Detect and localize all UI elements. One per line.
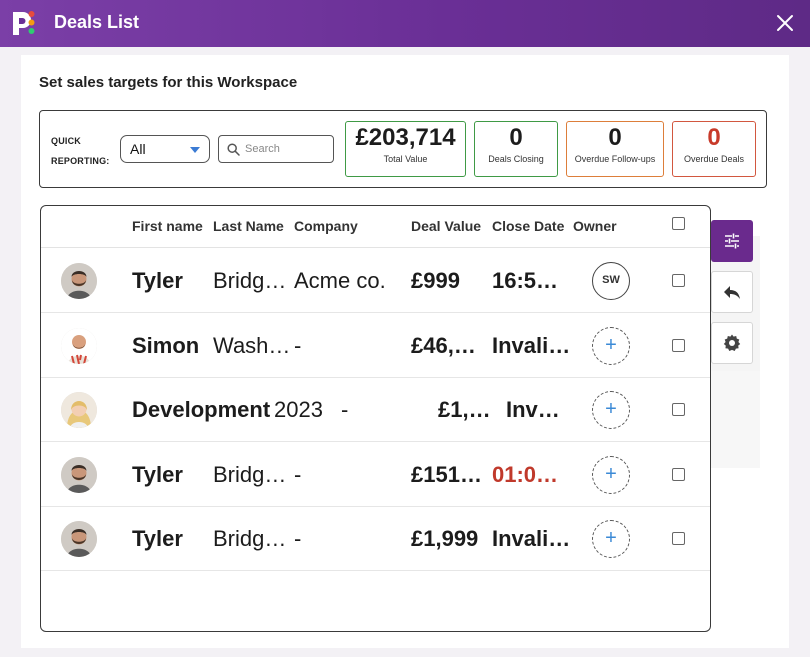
search-box[interactable] <box>218 135 334 163</box>
cell-first-name: Development <box>132 397 271 422</box>
assign-owner-button[interactable]: + <box>592 520 630 558</box>
row-checkbox[interactable] <box>672 274 685 287</box>
cell-company: - <box>294 333 302 358</box>
column-header-company[interactable]: Company <box>294 218 358 234</box>
filter-icon <box>725 233 739 249</box>
cell-last-name: Bridg… <box>213 462 287 487</box>
stat-overdue-followups[interactable]: 0 Overdue Follow-ups <box>566 121 664 177</box>
plus-icon: + <box>605 398 617 420</box>
avatar <box>61 521 97 557</box>
cell-close-date: 01:0… <box>492 462 559 487</box>
row-checkbox[interactable] <box>672 403 685 416</box>
reply-button[interactable] <box>711 271 753 313</box>
cell-first-name: Tyler <box>132 268 183 293</box>
deals-table: First name Last Name Company Deal Value … <box>40 205 711 632</box>
title-bar: Deals List <box>0 0 810 47</box>
assign-owner-button[interactable]: + <box>592 456 630 494</box>
chevron-down-icon <box>190 147 200 153</box>
table-row[interactable]: Tyler Bridg… - £1,999 Invali… + <box>41 506 710 571</box>
avatar <box>61 457 97 493</box>
stat-deals-closing[interactable]: 0 Deals Closing <box>474 121 558 177</box>
table-row[interactable]: Development 2023- £1,… Inv… + <box>41 377 710 442</box>
quick-reporting-bar: QUICK REPORTING: All £203,714 Total Valu… <box>39 110 767 188</box>
column-header-owner[interactable]: Owner <box>573 218 617 234</box>
row-checkbox[interactable] <box>672 339 685 352</box>
assign-owner-button[interactable]: + <box>592 391 630 429</box>
close-icon <box>777 15 793 31</box>
cell-company: - <box>294 462 302 487</box>
avatar <box>61 263 97 299</box>
table-header: First name Last Name Company Deal Value … <box>41 206 710 248</box>
stat-value: 0 <box>608 124 622 151</box>
gear-icon <box>723 334 741 351</box>
plus-icon: + <box>605 527 617 549</box>
column-header-first-name[interactable]: First name <box>132 218 203 234</box>
row-checkbox[interactable] <box>672 532 685 545</box>
cell-deal-value: £151… <box>411 462 482 487</box>
filter-settings-button[interactable] <box>711 220 753 262</box>
plus-icon: + <box>605 334 617 356</box>
stat-value: 0 <box>707 124 721 151</box>
side-panel-background <box>711 371 760 468</box>
avatar <box>61 328 97 364</box>
table-row[interactable]: Tyler Bridg… - £151… 01:0… + <box>41 442 710 507</box>
cell-close-date: Inv… <box>506 397 560 422</box>
cell-deal-value: £46,… <box>411 333 476 358</box>
cell-last-name: 2023 <box>274 397 323 422</box>
search-input[interactable] <box>245 140 329 158</box>
table-row[interactable]: Simon Wash… - £46,… Invali… + <box>41 313 710 378</box>
window-title: Deals List <box>54 12 140 32</box>
cell-close-date: 16:5… <box>492 268 559 293</box>
column-header-last-name[interactable]: Last Name <box>213 218 284 234</box>
plus-icon: + <box>605 463 617 485</box>
cell-company: Acme co. <box>294 268 386 293</box>
filter-select[interactable]: All <box>120 135 210 163</box>
row-checkbox[interactable] <box>672 468 685 481</box>
assign-owner-button[interactable]: + <box>592 327 630 365</box>
cell-deal-value: £1,999 <box>411 526 479 551</box>
cell-last-name: Bridg… <box>213 268 287 293</box>
cell-last-name: Bridg… <box>213 526 287 551</box>
column-header-deal-value[interactable]: Deal Value <box>411 218 481 234</box>
stat-value: 0 <box>509 124 523 151</box>
cell-deal-value: £1,… <box>438 397 491 422</box>
search-icon <box>227 143 240 156</box>
cell-company: - <box>294 526 302 551</box>
table-row[interactable]: Tyler Bridg… Acme co. £999 16:5… SW <box>41 248 710 313</box>
column-header-close-date[interactable]: Close Date <box>492 218 564 234</box>
owner-avatar[interactable]: SW <box>592 262 630 300</box>
select-all-checkbox[interactable] <box>672 217 685 230</box>
stat-label: Overdue Deals <box>683 154 745 164</box>
settings-button[interactable] <box>711 322 753 364</box>
section-title: Set sales targets for this Workspace <box>39 74 298 91</box>
stat-label: Overdue Follow-ups <box>574 154 656 164</box>
cell-company: - <box>341 397 349 422</box>
cell-close-date: Invali… <box>492 526 571 551</box>
quick-reporting-label: QUICK REPORTING: <box>51 136 110 166</box>
app-logo-icon <box>13 11 35 35</box>
cell-close-date: Invali… <box>492 333 571 358</box>
cell-deal-value: £999 <box>411 268 460 293</box>
cell-first-name: Tyler <box>132 526 183 551</box>
filter-select-value: All <box>130 141 146 157</box>
main-panel: Set sales targets for this Workspace QUI… <box>21 55 789 648</box>
close-button[interactable] <box>772 10 798 36</box>
cell-last-name: Wash… <box>213 333 291 358</box>
stat-total-value[interactable]: £203,714 Total Value <box>345 121 466 177</box>
stat-label: Deals Closing <box>488 154 544 164</box>
cell-first-name: Simon <box>132 333 200 358</box>
stat-value: £203,714 <box>355 124 456 151</box>
cell-first-name: Tyler <box>132 462 183 487</box>
stat-label: Total Value <box>383 154 428 164</box>
reply-icon <box>724 286 740 299</box>
avatar <box>61 392 97 428</box>
stat-overdue-deals[interactable]: 0 Overdue Deals <box>672 121 756 177</box>
